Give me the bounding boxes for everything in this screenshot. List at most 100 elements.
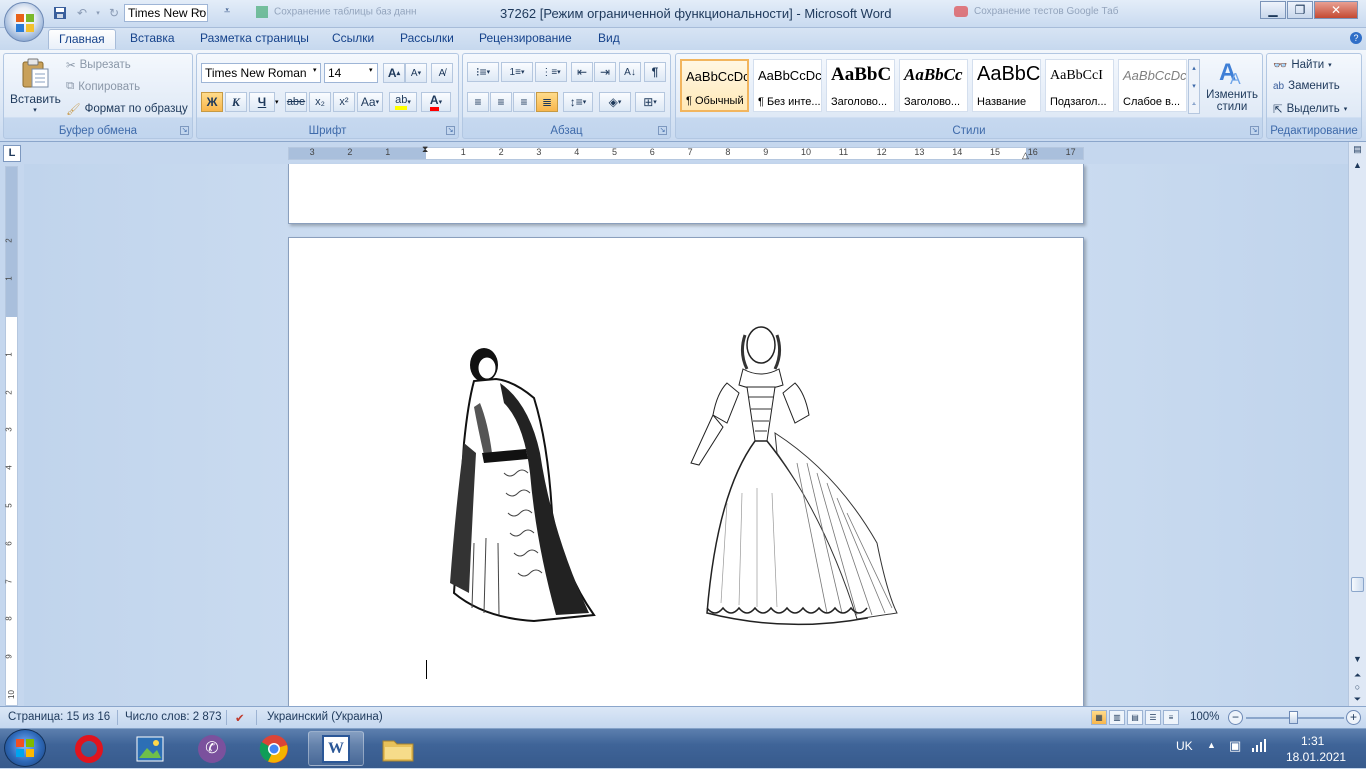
page-count[interactable]: Страница: 15 из 16	[8, 711, 110, 723]
copy-button[interactable]: ⧉ Копировать	[66, 80, 140, 93]
styles-launcher-icon[interactable]: ↘	[1250, 126, 1259, 135]
sort-button[interactable]: A↓	[619, 62, 641, 82]
scroll-up-icon[interactable]: ▴	[1189, 60, 1199, 78]
previous-page[interactable]	[288, 164, 1084, 224]
underline-button[interactable]: Ч	[249, 92, 275, 112]
italic-button[interactable]: К	[225, 92, 247, 112]
shading-button[interactable]: ◈ ▾	[599, 92, 631, 112]
style-no-spacing[interactable]: AaBbCcDc ¶ Без инте...	[753, 59, 822, 112]
scroll-down-arrow-icon[interactable]: ▼	[1350, 654, 1365, 669]
scroll-up-arrow-icon[interactable]: ▲	[1350, 160, 1365, 175]
style-subtle-emphasis[interactable]: AaBbCcDc Слабое в...	[1118, 59, 1187, 112]
qat-font-combo[interactable]: Times New Ro	[124, 4, 208, 22]
multilevel-list-button[interactable]: ⋮≡ ▾	[535, 62, 567, 82]
language-indicator[interactable]: Украинский (Украина)	[267, 711, 383, 723]
start-button[interactable]	[4, 729, 46, 767]
zoom-in-icon[interactable]: +	[1346, 710, 1361, 725]
replace-button[interactable]: ab Заменить	[1273, 80, 1340, 92]
shrink-font-button[interactable]: A ▾	[405, 63, 427, 83]
style-heading-1[interactable]: AaBbC Заголово...	[826, 59, 895, 112]
ruler-toggle-icon[interactable]: ▤	[1350, 144, 1365, 159]
zoom-out-icon[interactable]: −	[1228, 710, 1243, 725]
scroll-thumb[interactable]	[1351, 577, 1364, 592]
font-size-dropdown-icon[interactable]: ▾	[369, 66, 373, 74]
numbering-button[interactable]: 1≡ ▾	[501, 62, 533, 82]
proofing-icon[interactable]: ✔	[235, 711, 245, 725]
redo-icon[interactable]: ↻	[104, 4, 124, 22]
horizontal-ruler[interactable]: 3 2 1 1 2 3 4 5 6 7 8 9 10 11 12 13 14 15 16 17 ⧗ △	[288, 144, 1084, 161]
network-device-icon[interactable]: ▣	[1229, 738, 1241, 754]
format-painter-button[interactable]: 🖌 Формат по образцу	[66, 102, 188, 116]
input-language[interactable]: UK	[1176, 739, 1193, 753]
font-name-dropdown-icon[interactable]: ▾	[313, 66, 317, 74]
style-title[interactable]: AaBbC Название	[972, 59, 1041, 112]
vertical-ruler[interactable]: 2 1 1 2 3 4 5 6 7 8 9 10	[5, 166, 18, 706]
help-icon[interactable]: ?	[1350, 32, 1362, 44]
full-screen-reading-view-icon[interactable]: ▥	[1109, 710, 1125, 725]
styles-gallery-scroll[interactable]: ▴ ▾ ⩡	[1188, 59, 1200, 114]
font-launcher-icon[interactable]: ↘	[446, 126, 455, 135]
word-count[interactable]: Число слов: 2 873	[125, 711, 222, 723]
font-color-button[interactable]: A ▾	[421, 92, 451, 112]
outline-view-icon[interactable]: ☰	[1145, 710, 1161, 725]
grow-font-button[interactable]: A ▴	[383, 63, 405, 83]
taskbar-viber[interactable]: ✆	[184, 731, 240, 766]
taskbar-chrome[interactable]	[246, 731, 302, 766]
superscript-button[interactable]: x²	[333, 92, 355, 112]
maximize-button[interactable]: ❐	[1287, 1, 1313, 19]
clipboard-launcher-icon[interactable]: ↘	[180, 126, 189, 135]
font-name-combo[interactable]: Times New Roman	[201, 63, 321, 83]
indent-marker-icon[interactable]: ⧗	[422, 144, 428, 155]
minimize-button[interactable]: ▁	[1260, 1, 1286, 19]
tab-selector-button[interactable]: L	[3, 145, 21, 162]
paragraph-launcher-icon[interactable]: ↘	[658, 126, 667, 135]
tab-home[interactable]: Главная	[48, 29, 116, 49]
print-layout-view-icon[interactable]: ▦	[1091, 710, 1107, 725]
style-subtitle[interactable]: AaBbCcI Подзагол...	[1045, 59, 1114, 112]
bullets-button[interactable]: ⁝≡ ▾	[467, 62, 499, 82]
close-button[interactable]: ✕	[1314, 1, 1358, 19]
save-icon[interactable]	[50, 4, 70, 22]
taskbar-explorer[interactable]	[370, 731, 426, 766]
style-normal[interactable]: AaBbCcDc ¶ Обычный	[680, 59, 749, 112]
tab-mailings[interactable]: Рассылки	[390, 29, 464, 49]
zoom-slider-thumb[interactable]	[1289, 711, 1298, 724]
undo-dropdown-icon[interactable]: ▾	[94, 4, 102, 22]
office-button[interactable]	[4, 2, 44, 42]
change-case-button[interactable]: Aa ▾	[357, 92, 383, 112]
clear-formatting-button[interactable]: A̸	[431, 63, 453, 83]
subscript-button[interactable]: x₂	[309, 92, 331, 112]
decrease-indent-button[interactable]: ⇤	[571, 62, 593, 82]
gallery-more-icon[interactable]: ⩡	[1189, 96, 1199, 113]
tab-view[interactable]: Вид	[588, 29, 630, 49]
customize-qat-icon[interactable]: ⩡	[224, 5, 230, 18]
tab-review[interactable]: Рецензирование	[469, 29, 582, 49]
vertical-scrollbar[interactable]: ▤ ▲ ▼ ⏶ ○ ⏷	[1348, 142, 1366, 706]
right-indent-marker-icon[interactable]: △	[1022, 150, 1029, 161]
signal-strength-icon[interactable]	[1251, 737, 1267, 756]
align-left-button[interactable]: ≡	[467, 92, 489, 112]
borders-button[interactable]: ⊞ ▾	[635, 92, 665, 112]
find-button[interactable]: 👓 Найти ▾	[1273, 58, 1332, 72]
web-layout-view-icon[interactable]: ▤	[1127, 710, 1143, 725]
current-page[interactable]	[288, 237, 1084, 717]
select-button[interactable]: ⇱ Выделить ▾	[1273, 102, 1347, 116]
clock-date[interactable]: 18.01.2021	[1286, 750, 1346, 764]
tab-insert[interactable]: Вставка	[120, 29, 185, 49]
align-right-button[interactable]: ≡	[513, 92, 535, 112]
increase-indent-button[interactable]: ⇥	[594, 62, 616, 82]
cut-button[interactable]: ✂ Вырезать	[66, 58, 131, 72]
zoom-level[interactable]: 100%	[1190, 711, 1219, 723]
tab-references[interactable]: Ссылки	[322, 29, 384, 49]
line-spacing-button[interactable]: ↕≡ ▾	[563, 92, 593, 112]
clock-time[interactable]: 1:31	[1301, 734, 1324, 748]
strikethrough-button[interactable]: abe	[285, 92, 307, 112]
qat-font-dropdown-icon[interactable]: ▾	[199, 8, 203, 16]
taskbar-opera[interactable]	[61, 731, 117, 766]
tab-page-layout[interactable]: Разметка страницы	[190, 29, 319, 49]
taskbar-photos[interactable]	[122, 731, 178, 766]
taskbar-word[interactable]: W	[308, 731, 364, 766]
scroll-down-icon[interactable]: ▾	[1189, 78, 1199, 96]
paste-button[interactable]: Вставить ▾	[10, 57, 61, 119]
highlight-button[interactable]: ab ▾	[389, 92, 417, 112]
